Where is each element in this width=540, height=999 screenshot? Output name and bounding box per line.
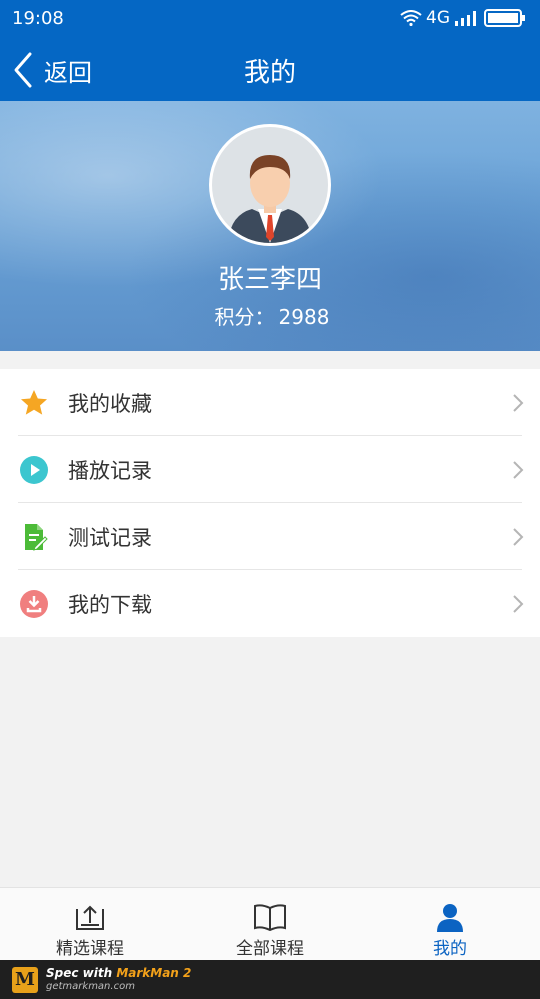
markman-logo: M xyxy=(12,966,38,993)
tab-all-courses[interactable]: 全部课程 xyxy=(180,888,360,960)
avatar[interactable] xyxy=(209,124,331,246)
tab-label: 精选课程 xyxy=(56,939,124,959)
nav-bar: 返回 我的 xyxy=(0,36,540,102)
footer-url: getmarkman.com xyxy=(46,980,135,992)
markman-banner: M Spec with MarkMan 2 getmarkman.com xyxy=(0,960,540,999)
tab-mine[interactable]: 我的 xyxy=(360,888,540,960)
footer-prefix: Spec with xyxy=(46,965,117,980)
user-avatar-icon xyxy=(228,155,312,243)
menu-item-label: 测试记录 xyxy=(68,525,152,550)
menu-list: 我的收藏 播放记录 测试记录 我的下载 xyxy=(0,369,540,637)
tab-featured-courses[interactable]: 精选课程 xyxy=(0,888,180,960)
menu-item-label: 我的收藏 xyxy=(68,391,152,416)
download-icon xyxy=(18,588,50,620)
chevron-right-icon xyxy=(513,528,524,546)
person-icon xyxy=(435,902,465,932)
wifi-icon xyxy=(400,10,422,26)
menu-item-label: 播放记录 xyxy=(68,458,152,483)
status-time: 19:08 xyxy=(12,8,64,29)
status-bar: 19:08 4G xyxy=(0,0,540,36)
book-icon xyxy=(253,902,287,932)
points-row: 积分： 2988 xyxy=(0,301,540,330)
play-icon xyxy=(18,454,50,486)
profile-header: 张三李四 积分： 2988 xyxy=(0,101,540,351)
points-label: 积分： xyxy=(214,305,275,329)
footer-brand: MarkMan 2 xyxy=(116,965,192,980)
chevron-right-icon xyxy=(513,461,524,479)
tab-label: 我的 xyxy=(433,939,467,959)
menu-item-favorites[interactable]: 我的收藏 xyxy=(0,369,540,436)
star-icon xyxy=(18,387,50,419)
network-type: 4G xyxy=(426,8,450,28)
chevron-right-icon xyxy=(513,595,524,613)
featured-icon xyxy=(75,902,105,932)
signal-icon xyxy=(455,11,476,26)
menu-item-downloads[interactable]: 我的下载 xyxy=(0,570,540,637)
tab-bar: 精选课程 全部课程 我的 xyxy=(0,887,540,960)
page-title: 我的 xyxy=(243,58,296,88)
document-edit-icon xyxy=(18,521,50,553)
battery-icon xyxy=(484,9,525,27)
chevron-right-icon xyxy=(513,394,524,412)
menu-item-label: 我的下载 xyxy=(68,592,152,617)
menu-item-play-history[interactable]: 播放记录 xyxy=(0,436,540,503)
tab-label: 全部课程 xyxy=(236,939,304,959)
status-indicators: 4G xyxy=(400,8,526,28)
username: 张三李四 xyxy=(217,265,322,295)
points-value: 2988 xyxy=(278,305,330,329)
menu-item-test-records[interactable]: 测试记录 xyxy=(0,503,540,570)
